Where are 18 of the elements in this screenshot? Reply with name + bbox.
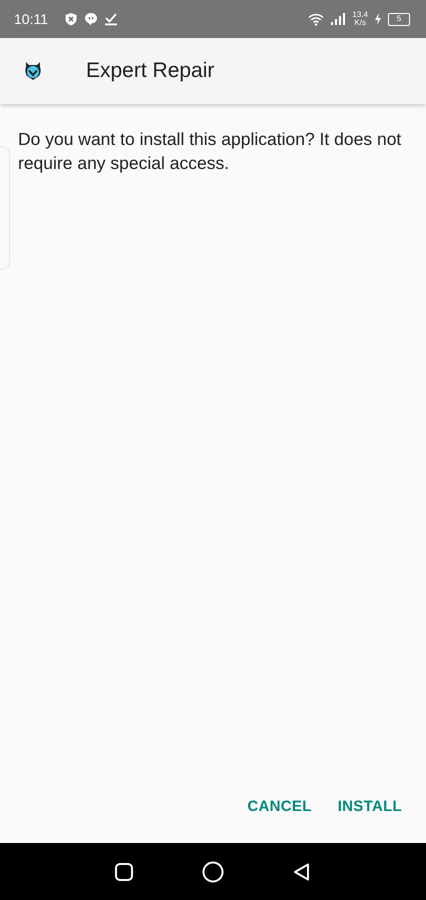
- network-speed: 13.4: [352, 11, 368, 19]
- home-icon[interactable]: [202, 860, 224, 882]
- app-title: Expert Repair: [86, 59, 214, 83]
- battery-level: 5: [396, 15, 402, 23]
- install-button[interactable]: INSTALL: [328, 790, 412, 823]
- download-done-icon: [104, 12, 118, 26]
- speed-unit: K/s: [354, 19, 366, 27]
- shield-icon: [64, 12, 78, 26]
- clock: 10:11: [14, 11, 48, 27]
- wifi-icon: [308, 12, 324, 26]
- back-icon[interactable]: [292, 862, 312, 882]
- shield-logo-icon: [23, 61, 43, 81]
- cancel-button[interactable]: CANCEL: [237, 790, 322, 823]
- install-message: Do you want to install this application? It does not require any special access.: [18, 128, 402, 175]
- signal-icon: [330, 13, 346, 25]
- chat-icon: [84, 12, 98, 26]
- recents-icon[interactable]: [114, 862, 134, 882]
- charging-icon: [374, 13, 382, 25]
